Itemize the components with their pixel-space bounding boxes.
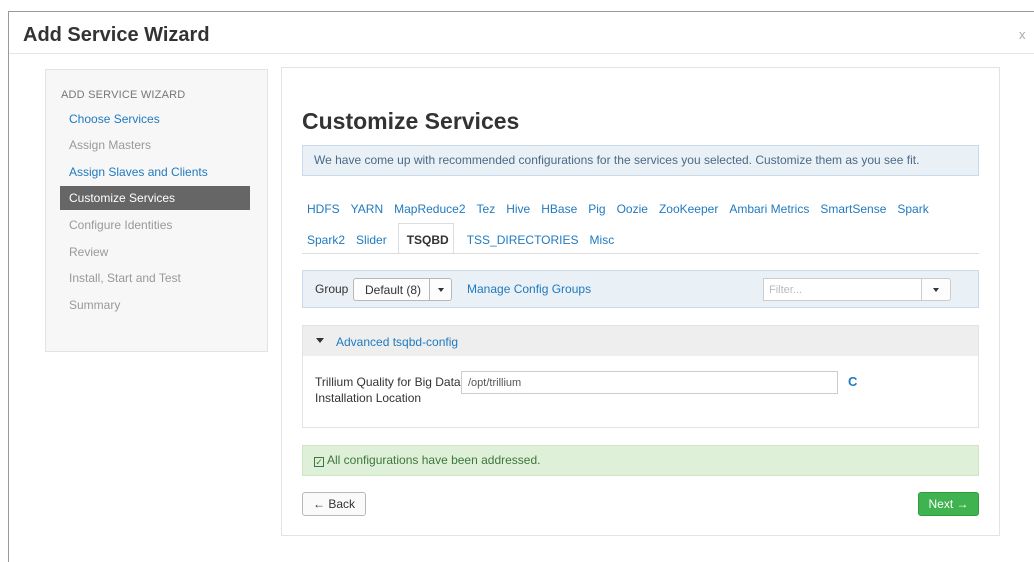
info-alert: We have come up with recommended configu…: [302, 145, 979, 176]
group-label: Group: [315, 282, 349, 296]
tab-tez[interactable]: Tez: [477, 202, 496, 216]
refresh-icon[interactable]: C: [848, 375, 857, 388]
tab-yarn[interactable]: YARN: [351, 202, 383, 216]
filter-input[interactable]: [763, 278, 922, 301]
step-assign-slaves-clients[interactable]: Assign Slaves and Clients: [60, 160, 250, 184]
filter-dropdown-button[interactable]: [921, 278, 951, 301]
tab-tss-directories[interactable]: TSS_DIRECTORIES: [467, 233, 579, 247]
tab-tsqbd[interactable]: TSQBD: [407, 233, 449, 247]
tab-spark[interactable]: Spark: [897, 202, 928, 216]
success-alert: ✓ All configurations have been addressed.: [302, 445, 979, 476]
modal-title: Add Service Wizard: [23, 24, 210, 46]
step-summary: Summary: [69, 298, 121, 312]
chevron-down-icon: [933, 288, 939, 292]
main-panel: Customize Services We have come up with …: [281, 67, 1000, 536]
tab-oozie[interactable]: Oozie: [617, 202, 648, 216]
install-location-input[interactable]: [461, 371, 838, 394]
section-header[interactable]: Advanced tsqbd-config: [303, 326, 978, 356]
tab-ambari-metrics[interactable]: Ambari Metrics: [729, 202, 809, 216]
header-divider: [9, 53, 1034, 54]
tab-slider[interactable]: Slider: [356, 233, 387, 247]
tab-hdfs[interactable]: HDFS: [307, 202, 340, 216]
page-title: Customize Services: [302, 108, 520, 134]
section-title[interactable]: Advanced tsqbd-config: [336, 335, 458, 349]
window-frame-left: [8, 11, 9, 562]
tab-spark2[interactable]: Spark2: [307, 233, 345, 247]
step-configure-identities: Configure Identities: [69, 218, 173, 232]
back-button[interactable]: ← Back: [302, 492, 366, 516]
step-install-start-test: Install, Start and Test: [69, 271, 181, 285]
tab-zookeeper[interactable]: ZooKeeper: [659, 202, 718, 216]
advanced-config-section: Advanced tsqbd-config Trillium Quality f…: [302, 325, 979, 428]
config-group-bar: Group Default (8) Manage Config Groups: [302, 270, 979, 308]
step-choose-services[interactable]: Choose Services: [60, 107, 250, 131]
step-review: Review: [69, 245, 109, 259]
check-icon: ✓: [314, 457, 324, 467]
window-frame-top: [8, 11, 1034, 12]
chevron-down-icon: [438, 288, 444, 292]
wizard-steps-sidebar: ADD SERVICE WIZARD Choose Services Assig…: [45, 69, 268, 352]
tab-misc[interactable]: Misc: [590, 233, 615, 247]
next-button[interactable]: Next →: [918, 492, 979, 516]
manage-config-groups-link[interactable]: Manage Config Groups: [467, 282, 591, 296]
dropdown-separator: [429, 279, 430, 300]
install-location-label: Trillium Quality for Big Data Installati…: [315, 375, 461, 405]
close-icon[interactable]: x: [1019, 27, 1026, 42]
tab-mapreduce2[interactable]: MapReduce2: [394, 202, 465, 216]
tabs-divider: [302, 253, 979, 254]
step-customize-services[interactable]: Customize Services: [60, 186, 250, 210]
service-tabs-row-2: Spark2 Slider TSQBD TSS_DIRECTORIES Misc: [307, 233, 614, 247]
tab-smartsense[interactable]: SmartSense: [820, 202, 886, 216]
step-assign-masters: Assign Masters: [69, 138, 152, 152]
service-tabs-row-1: HDFS YARN MapReduce2 Tez Hive HBase Pig …: [307, 202, 929, 216]
collapse-caret-icon: [316, 338, 324, 343]
tab-hbase[interactable]: HBase: [541, 202, 577, 216]
tab-hive[interactable]: Hive: [506, 202, 530, 216]
tab-pig[interactable]: Pig: [588, 202, 605, 216]
sidebar-heading: ADD SERVICE WIZARD: [61, 89, 186, 101]
config-group-selected: Default (8): [365, 283, 422, 297]
config-group-dropdown[interactable]: Default (8): [353, 278, 452, 301]
success-message: All configurations have been addressed.: [327, 453, 541, 467]
